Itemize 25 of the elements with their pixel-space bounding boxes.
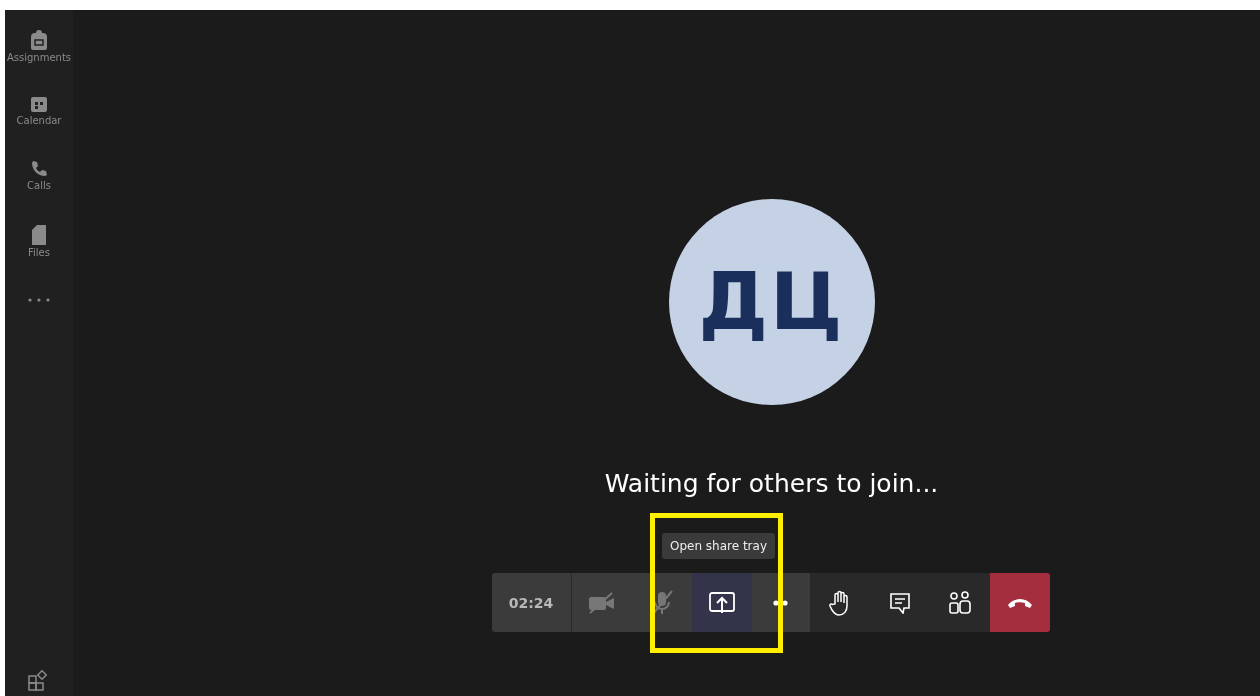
avatar: ДЦ (668, 199, 875, 405)
backpack-icon (30, 30, 48, 50)
call-timer: 02:24 (491, 573, 572, 632)
sidebar-item[interactable]: Calls (27, 180, 51, 191)
sidebar-item[interactable]: Calendar (16, 115, 62, 126)
share-screen-icon (708, 590, 735, 615)
camera-off-icon (587, 591, 616, 614)
hang-up-icon (1006, 597, 1033, 608)
chat-icon (888, 591, 911, 614)
phone-icon (30, 160, 48, 178)
hangup-button[interactable] (989, 573, 1050, 632)
sidebar-item[interactable]: Assignments (6, 52, 72, 63)
file-icon (31, 225, 47, 245)
calendar-icon (30, 95, 48, 113)
more-icon[interactable] (28, 298, 50, 302)
hand-button[interactable] (809, 573, 870, 632)
people-button[interactable] (929, 573, 990, 632)
share-button[interactable] (691, 573, 752, 632)
raised-hand-icon (828, 589, 851, 616)
waiting-message: Waiting for others to join... (604, 469, 939, 498)
apps-icon[interactable] (28, 670, 50, 692)
sidebar-item[interactable]: Files (28, 247, 50, 258)
people-icon (947, 590, 972, 615)
more-icon (771, 599, 790, 606)
tooltip: Open share tray (661, 533, 775, 559)
